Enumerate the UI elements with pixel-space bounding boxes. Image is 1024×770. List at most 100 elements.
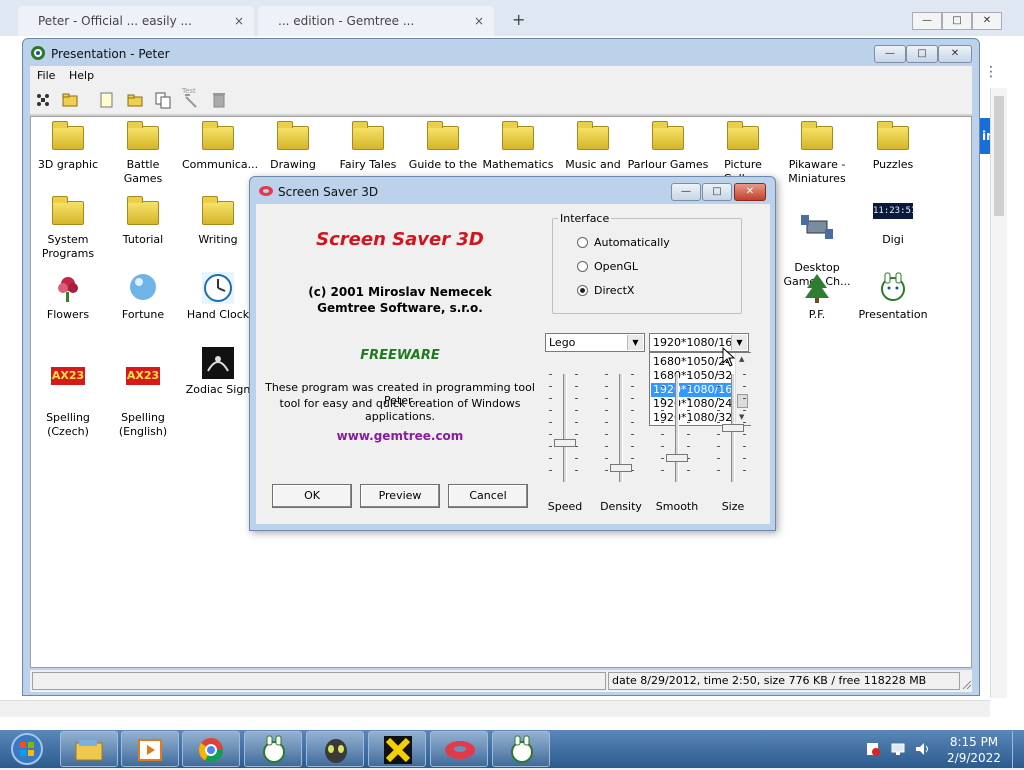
list-item[interactable]: Mathematics (482, 121, 554, 172)
ok-button[interactable]: OK (272, 484, 352, 508)
taskbar-chrome[interactable] (182, 731, 240, 767)
menu-help[interactable]: Help (69, 69, 94, 82)
start-button[interactable] (4, 731, 50, 767)
list-item[interactable]: Presentation (857, 272, 929, 322)
taskbar-peter-2[interactable] (492, 731, 550, 767)
list-item[interactable]: 3D graphic (32, 121, 104, 172)
action-center-icon[interactable] (866, 742, 880, 756)
taskbar-explorer[interactable] (60, 731, 118, 767)
minimize-button[interactable]: — (874, 45, 906, 63)
speed-slider-track[interactable] (563, 374, 567, 482)
volume-icon[interactable] (915, 742, 929, 756)
taskbar-peter[interactable] (244, 731, 302, 767)
taskbar-alien[interactable] (306, 731, 364, 767)
browser-scrollbar[interactable] (990, 88, 1007, 698)
network-icon[interactable] (891, 742, 905, 756)
taskbar-screensaver[interactable] (430, 731, 488, 767)
scroll-up-icon[interactable]: ▲ (739, 355, 744, 363)
resolution-select-value: 1920*1080/16 (653, 336, 733, 349)
list-item[interactable]: Fairy Tales (332, 121, 404, 172)
copy-icon[interactable] (154, 91, 172, 109)
radio-label[interactable]: DirectX (594, 284, 634, 297)
clock-time[interactable]: 8:15 PM (944, 735, 1004, 749)
browser-maximize-button[interactable]: □ (942, 12, 972, 30)
cancel-button[interactable]: Cancel (448, 484, 528, 508)
browser-horizontal-scrollbar[interactable] (0, 700, 990, 717)
dialog-close-button[interactable]: ✕ (734, 183, 766, 201)
browser-tab-2[interactable]: ... edition - Gemtree ... × (258, 6, 494, 36)
radio-opengl[interactable] (577, 261, 588, 272)
list-item[interactable]: Fortune (107, 272, 179, 322)
list-item[interactable]: Puzzles (857, 121, 929, 172)
list-item[interactable]: Writing (182, 196, 254, 247)
item-label: Zodiac Sign (185, 383, 251, 396)
list-item[interactable]: Music and (557, 121, 629, 172)
list-item[interactable]: Pikaware - Miniatures (781, 121, 853, 186)
new-tab-button[interactable]: + (512, 10, 525, 29)
radio-label[interactable]: OpenGL (594, 260, 638, 273)
website-link[interactable]: www.gemtree.com (258, 429, 542, 443)
dialog-maximize-button[interactable]: □ (702, 183, 732, 201)
slider-ticks (661, 374, 664, 482)
list-item[interactable]: Hand Clock (182, 272, 254, 322)
scene-select[interactable]: Lego ▼ (545, 333, 645, 352)
radio-directx[interactable] (577, 285, 588, 296)
list-item[interactable]: Battle Games (107, 121, 179, 186)
status-pane-left (32, 672, 606, 690)
open-folder-icon[interactable] (62, 91, 80, 109)
satellite-icon (799, 211, 835, 243)
list-item[interactable]: Communica... (182, 121, 258, 172)
ax23-text: AX23 (51, 367, 85, 385)
digital-clock-icon: 11:23:51 (873, 197, 916, 229)
preview-button[interactable]: Preview (360, 484, 440, 508)
chevron-down-icon[interactable]: ▼ (627, 335, 643, 350)
maximize-button[interactable]: □ (906, 45, 938, 63)
close-icon[interactable]: × (474, 14, 484, 28)
donut-icon (443, 738, 477, 765)
taskbar-cross-app[interactable] (368, 731, 426, 767)
radio-label[interactable]: Automatically (594, 236, 670, 249)
menu-file[interactable]: File (37, 69, 55, 82)
browser-tab-1[interactable]: Peter - Official ... easily ... × (18, 6, 254, 36)
smooth-slider-thumb[interactable] (666, 454, 688, 462)
taskbar-media-player[interactable] (121, 731, 179, 767)
item-label: Fortune (121, 308, 165, 321)
mouse-cursor-icon (722, 346, 736, 370)
new-item-icon[interactable] (98, 91, 116, 109)
radio-automatically[interactable] (577, 237, 588, 248)
smooth-slider-track[interactable] (675, 374, 679, 482)
list-item[interactable]: Guide to the (407, 121, 479, 172)
clock-date[interactable]: 2/9/2022 (944, 751, 1004, 765)
size-slider-thumb[interactable] (722, 424, 744, 432)
list-item[interactable]: Drawing (257, 121, 329, 172)
list-item[interactable]: Tutorial (107, 196, 179, 247)
close-icon[interactable]: × (234, 14, 244, 28)
density-slider-thumb[interactable] (610, 464, 632, 472)
item-label: Spelling (Czech) (46, 411, 90, 438)
donut-icon (258, 185, 274, 197)
folder-icon (50, 121, 86, 154)
list-item[interactable]: AX23 Spelling (Czech) (32, 347, 104, 453)
list-item[interactable]: AX23 Spelling (English) (107, 347, 179, 453)
peter-icon (259, 735, 289, 768)
browser-minimize-button[interactable]: — (912, 12, 942, 30)
list-item[interactable]: System Programs (32, 196, 104, 261)
new-group-icon[interactable] (126, 91, 144, 109)
browser-tab-label: ... edition - Gemtree ... (278, 14, 415, 28)
list-item[interactable]: Flowers (32, 272, 104, 322)
density-label: Density (600, 500, 642, 513)
list-item[interactable]: Zodiac Sign (182, 347, 254, 397)
dialog-minimize-button[interactable]: — (671, 183, 701, 201)
kebab-menu-icon[interactable]: ⋮ (984, 64, 998, 80)
tree-icon (799, 272, 835, 304)
close-button[interactable]: ✕ (938, 45, 972, 63)
new-program-icon[interactable] (34, 91, 52, 109)
list-item[interactable]: 11:23:51 Digi (857, 197, 929, 247)
list-item[interactable]: P.F. (781, 272, 853, 322)
list-item[interactable]: Parlour Games (627, 121, 709, 172)
smooth-label: Smooth (655, 500, 699, 513)
speed-slider-thumb[interactable] (554, 439, 576, 447)
browser-close-button[interactable]: ✕ (972, 12, 1002, 30)
resize-grip-icon[interactable] (960, 678, 972, 690)
show-desktop-button[interactable] (1012, 731, 1024, 768)
